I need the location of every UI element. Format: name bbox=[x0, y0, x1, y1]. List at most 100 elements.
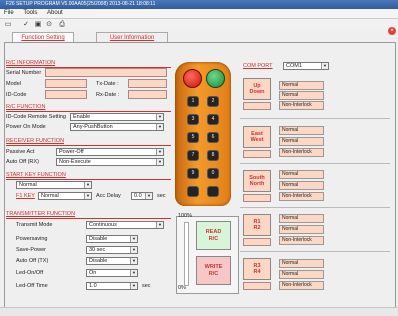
chevron-down-icon: ▼ bbox=[130, 258, 137, 264]
powersaving-select[interactable]: Disable ▼ bbox=[86, 235, 138, 243]
stop-button-icon bbox=[183, 69, 202, 88]
menu-bar: File Tools About bbox=[0, 9, 398, 19]
chevron-down-icon: ▼ bbox=[156, 159, 163, 165]
remote-control-image: 1 2 3 4 5 6 7 8 9 0 bbox=[175, 62, 231, 206]
power-on-mode-value: Any-PushButton bbox=[73, 124, 113, 130]
id-code-remote-setting-select[interactable]: Enable ▼ bbox=[70, 113, 164, 121]
acc-delay-unit: sec bbox=[157, 193, 166, 199]
divider bbox=[240, 118, 390, 119]
start-key-mode-select[interactable]: Normal ▼ bbox=[16, 181, 92, 189]
com-port-select[interactable]: COM1 ▼ bbox=[283, 62, 329, 70]
key-group-east-west-field bbox=[243, 150, 271, 158]
remote-key: 2 bbox=[207, 96, 219, 107]
start-button-icon bbox=[206, 69, 225, 88]
r3-r4-status-2: Normal bbox=[279, 270, 324, 279]
power-on-mode-select[interactable]: Any-PushButton ▼ bbox=[70, 123, 164, 131]
rx-date-field bbox=[128, 90, 167, 99]
south-north-status-2: Normal bbox=[279, 181, 324, 190]
save-power-label: Save-Power bbox=[16, 247, 46, 253]
f1-key-value: Normal bbox=[41, 193, 59, 199]
save-icon[interactable]: ▣ bbox=[34, 21, 42, 29]
led-on-off-select[interactable]: On ▼ bbox=[86, 269, 138, 277]
chevron-down-icon: ▼ bbox=[130, 247, 137, 253]
start-key-mode-value: Normal bbox=[19, 182, 37, 188]
key-group-south-north-button[interactable]: South North bbox=[243, 170, 271, 192]
rc-function-heading: R/C FUNCTION bbox=[6, 104, 171, 112]
remote-key: 5 bbox=[187, 132, 199, 143]
divider bbox=[240, 251, 390, 252]
led-off-time-label: Led-Off Time bbox=[16, 283, 48, 289]
rc-information-heading: R/C INFORMATION bbox=[6, 60, 171, 68]
id-code-field bbox=[45, 90, 87, 99]
menu-file[interactable]: File bbox=[0, 9, 18, 18]
chevron-down-icon: ▼ bbox=[145, 193, 152, 199]
options-icon[interactable]: ⊙ bbox=[45, 21, 53, 29]
id-code-remote-setting-value: Enable bbox=[73, 114, 91, 120]
transmitter-function-heading: TRANSMITTER FUNCTION bbox=[6, 211, 171, 219]
key-group-up-down-button[interactable]: Up Down bbox=[243, 78, 271, 100]
chevron-down-icon: ▼ bbox=[156, 149, 163, 155]
chevron-down-icon: ▼ bbox=[84, 193, 91, 199]
chevron-down-icon: ▼ bbox=[156, 222, 163, 228]
up-down-status-3: Non-Interlock bbox=[279, 101, 324, 110]
open-icon[interactable]: ▭ bbox=[4, 21, 12, 29]
r3-r4-status-3: Non-Interlock bbox=[279, 281, 324, 290]
print-icon[interactable]: ⎙ bbox=[58, 21, 66, 29]
auto-off-rx-label: Auto Off (RX) bbox=[6, 159, 39, 165]
serial-number-field bbox=[45, 68, 167, 77]
chevron-down-icon: ▼ bbox=[156, 124, 163, 130]
close-icon[interactable]: × bbox=[388, 27, 396, 35]
chevron-down-icon: ▼ bbox=[156, 114, 163, 120]
remote-key: 0 bbox=[207, 168, 219, 179]
east-west-status-2: Normal bbox=[279, 137, 324, 146]
r1-r2-status-2: Normal bbox=[279, 225, 324, 234]
read-rc-button[interactable]: READ R/C bbox=[196, 221, 231, 250]
east-west-status-3: Non-Interlock bbox=[279, 148, 324, 157]
menu-tools[interactable]: Tools bbox=[19, 9, 41, 18]
south-north-status-3: Non-Interlock bbox=[279, 192, 324, 201]
chevron-down-icon: ▼ bbox=[321, 63, 328, 69]
remote-key: 7 bbox=[187, 150, 199, 161]
menu-about[interactable]: About bbox=[43, 9, 67, 18]
receiver-function-heading: RECEIVER FUNCTION bbox=[6, 138, 171, 146]
toolbar: ▭ ✓ ▣ ⊙ ⎙ bbox=[0, 19, 398, 31]
tx-date-label: Tx-Date : bbox=[96, 81, 119, 87]
save-power-select[interactable]: 30 sec ▼ bbox=[86, 246, 138, 254]
r3-r4-status-1: Normal bbox=[279, 259, 324, 268]
rx-date-label: Rx-Date : bbox=[96, 92, 120, 98]
transmit-mode-select[interactable]: Continuous ▼ bbox=[86, 221, 164, 229]
setup-window: F26 SETUP PROGRAM V5.00AA05(25/2008) 201… bbox=[0, 0, 398, 316]
progress-max-label: 100% bbox=[178, 213, 193, 219]
id-code-remote-setting-label: ID-Code Remote Setting bbox=[6, 114, 66, 120]
window-title: F26 SETUP PROGRAM V5.00AA05(25/2008) 201… bbox=[0, 0, 398, 9]
remote-key: 1 bbox=[187, 96, 199, 107]
passive-act-value: Power-Off bbox=[59, 149, 84, 155]
passive-act-select[interactable]: Power-Off ▼ bbox=[56, 148, 164, 156]
save-check-icon[interactable]: ✓ bbox=[22, 21, 30, 29]
r1-r2-status-1: Normal bbox=[279, 214, 324, 223]
key-group-r3-r4-button[interactable]: R3 R4 bbox=[243, 258, 271, 280]
com-port-value: COM1 bbox=[286, 63, 302, 69]
divider bbox=[240, 207, 390, 208]
acc-delay-select[interactable]: 0.0 ▼ bbox=[131, 192, 153, 200]
remote-key bbox=[207, 186, 219, 197]
powersaving-value: Disable bbox=[89, 236, 108, 242]
key-group-r1-r2-button[interactable]: R1 R2 bbox=[243, 214, 271, 236]
key-group-east-west-button[interactable]: East West bbox=[243, 126, 271, 148]
led-on-off-label: Led-On/Off bbox=[16, 270, 44, 276]
id-code-label: ID-Code bbox=[6, 92, 27, 98]
key-group-r3-r4-field bbox=[243, 282, 271, 290]
passive-act-label: Passive Act bbox=[6, 149, 35, 155]
divider bbox=[240, 163, 390, 164]
key-group-south-north-field bbox=[243, 194, 271, 202]
f1-key-select[interactable]: Normal ▼ bbox=[38, 192, 92, 200]
remote-key: 3 bbox=[187, 114, 199, 125]
south-north-status-1: Normal bbox=[279, 170, 324, 179]
write-rc-button[interactable]: WRITE R/C bbox=[196, 256, 231, 285]
progress-bar bbox=[184, 222, 189, 286]
remote-key: 4 bbox=[207, 114, 219, 125]
auto-off-rx-select[interactable]: Non-Execute ▼ bbox=[56, 158, 164, 166]
remote-key: 9 bbox=[187, 168, 199, 179]
led-off-time-select[interactable]: 1.0 ▼ bbox=[86, 282, 138, 290]
auto-off-tx-select[interactable]: Disable ▼ bbox=[86, 257, 138, 265]
